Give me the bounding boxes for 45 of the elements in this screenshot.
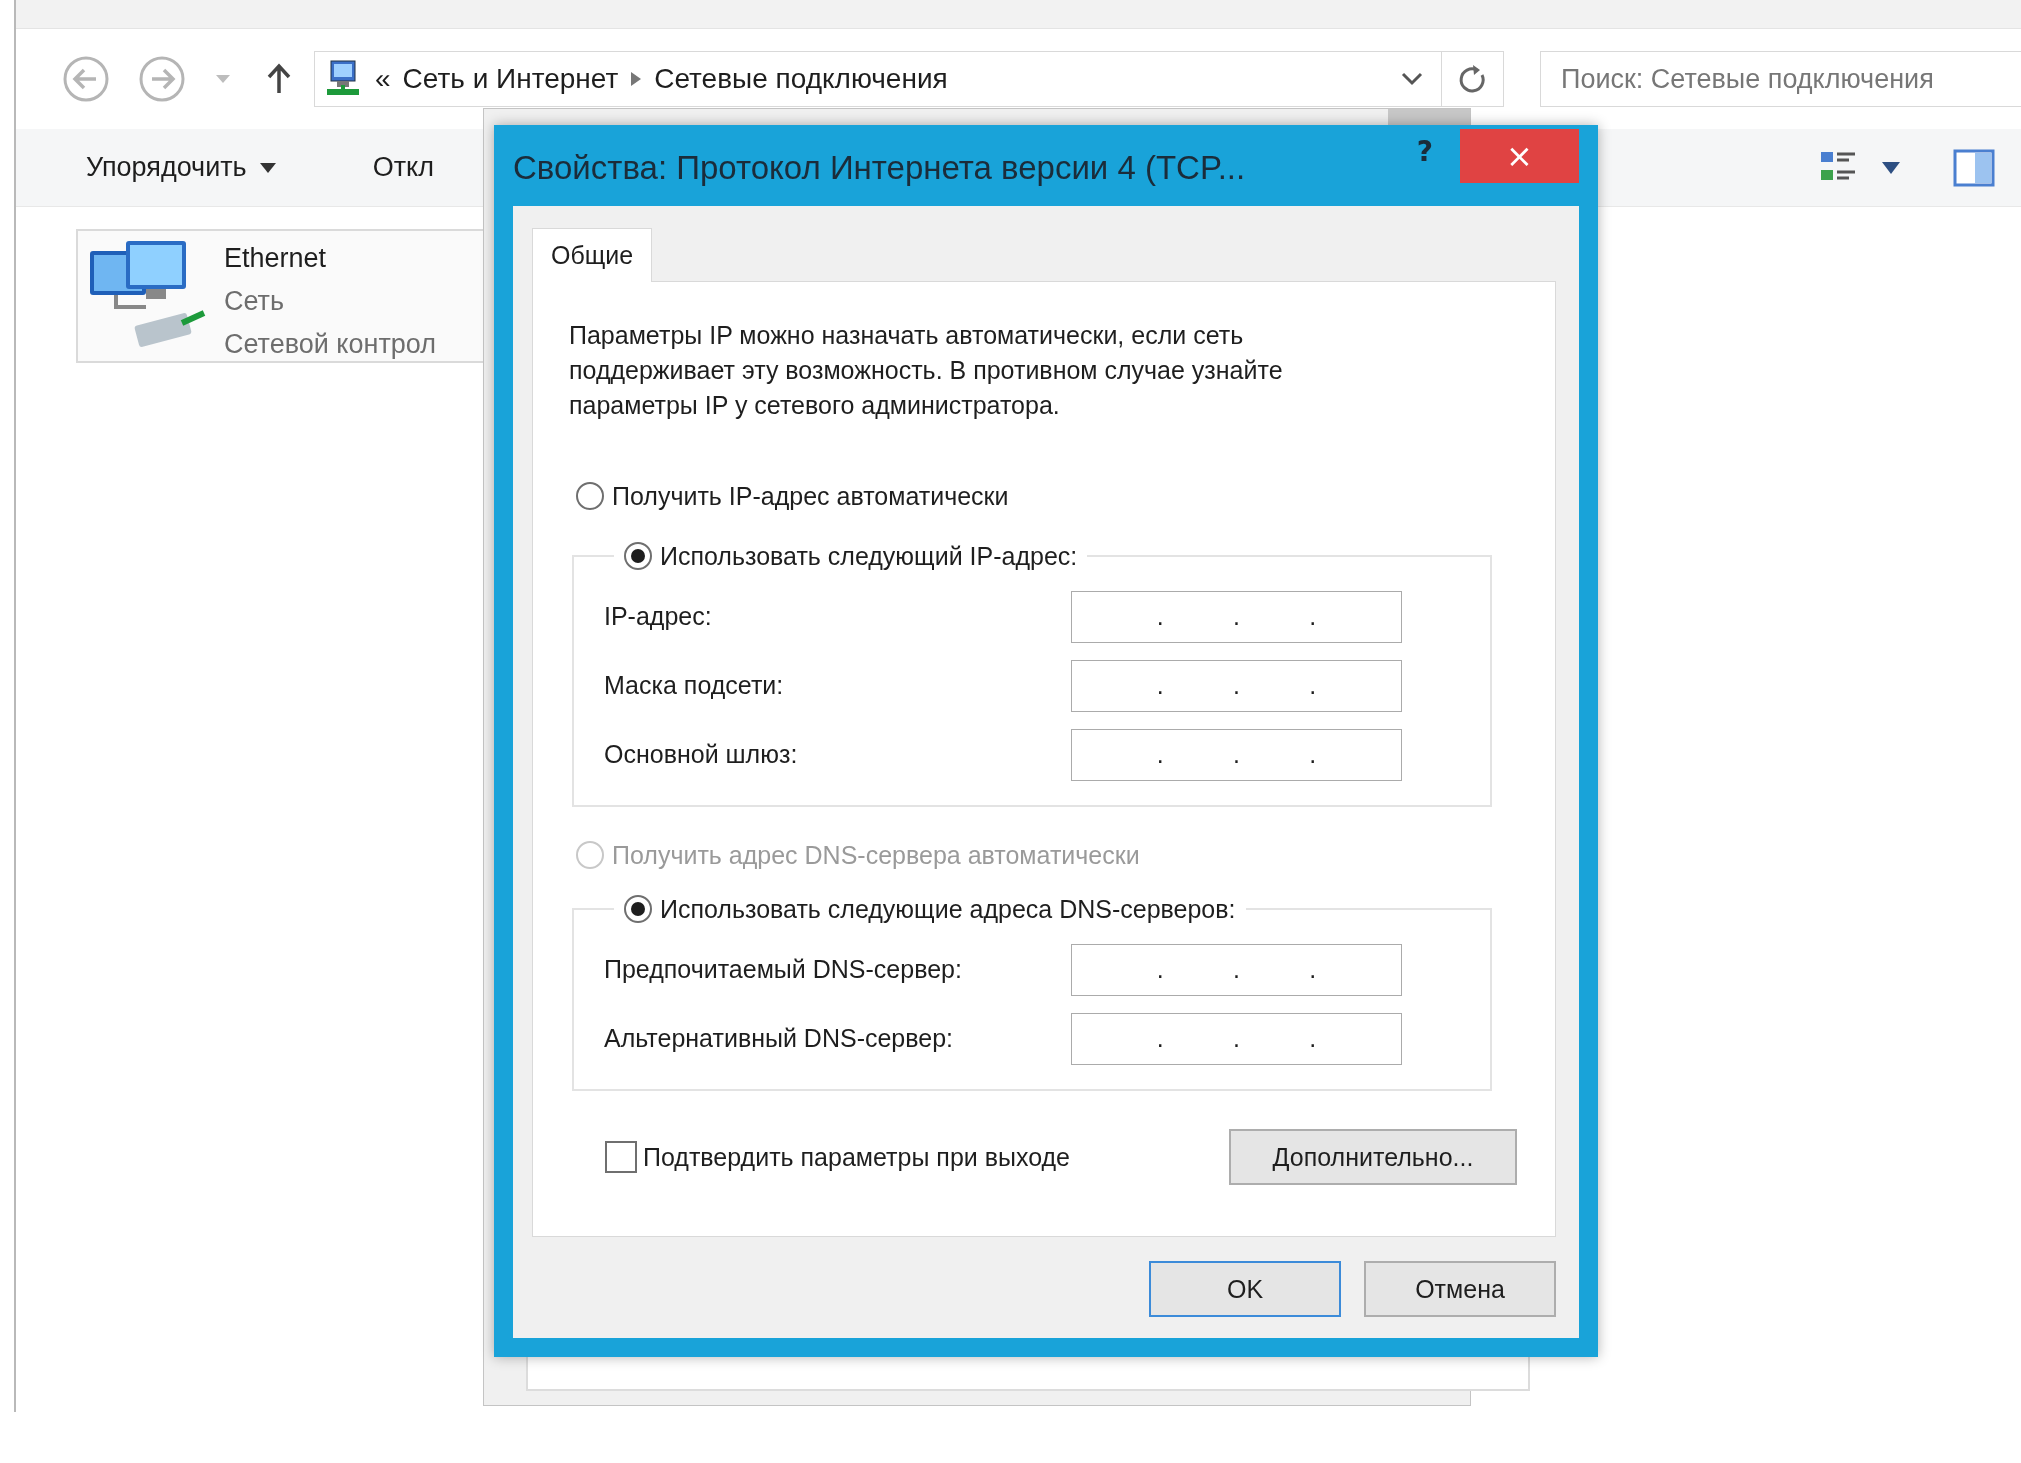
toolbar-button[interactable]: Упорядочить — [86, 152, 277, 183]
ip-address-field[interactable]: . . . — [1071, 943, 1402, 996]
field-label: Предпочитаемый DNS-сервер: — [604, 955, 963, 984]
up-arrow-icon — [266, 63, 292, 95]
caret-icon — [1881, 160, 1901, 175]
breadcrumb[interactable]: Сеть и Интернет — [402, 63, 619, 95]
dialog-title: Свойства: Протокол Интернета версии 4 (TCP... — [513, 148, 1246, 187]
forward-button[interactable] — [138, 55, 186, 103]
back-icon — [62, 55, 110, 103]
caret-icon — [214, 73, 232, 85]
caret-icon — [258, 161, 277, 174]
refresh-button[interactable] — [1442, 51, 1504, 107]
ip-address-field[interactable]: . . . — [1071, 728, 1402, 781]
radio-option[interactable]: Получить IP-адрес автоматически — [576, 476, 1009, 516]
dialog-button[interactable]: Отмена — [1364, 1261, 1556, 1317]
ip-address-field[interactable]: . . . — [1071, 659, 1402, 712]
search-field[interactable]: Поиск: Сетевые подключения — [1540, 51, 2021, 107]
advanced-button[interactable]: Дополнительно... — [1229, 1129, 1517, 1185]
dialog-button[interactable]: OK — [1149, 1261, 1341, 1317]
address-bar[interactable]: « Сеть и Интернет Сетевые подключения — [314, 51, 1442, 107]
tab[interactable]: Общие — [532, 228, 653, 282]
checkbox-option[interactable]: Подтвердить параметры при выходе — [605, 1141, 1070, 1173]
forward-icon — [138, 55, 186, 103]
field-label: Маска подсети: — [604, 671, 785, 700]
close-button[interactable]: × — [1460, 129, 1579, 183]
description-text: Параметры IP можно назначать автоматически, если сеть поддерживает эту возможность. В противном случае узнайте параметры IP у сетевого администратора. — [569, 320, 1284, 421]
field-label: Основной шлюз: — [604, 740, 799, 769]
field-label: IP-адрес: — [604, 602, 713, 631]
toolbar-button[interactable]: Откл — [372, 152, 434, 183]
chevron-icon — [630, 71, 643, 87]
radio-option[interactable]: Использовать следующий IP-адрес: — [624, 536, 1078, 576]
field-label: Альтернативный DNS-сервер: — [604, 1024, 955, 1053]
ip-address-field[interactable]: . . . — [1071, 1012, 1402, 1065]
breadcrumb[interactable]: Сетевые подключения — [654, 63, 948, 95]
adapter-name: Ethernet — [224, 242, 328, 275]
preview-pane-icon — [1953, 148, 1995, 187]
dropdown-icon — [1401, 72, 1423, 86]
refresh-icon — [1457, 63, 1488, 95]
help-button[interactable]: ? — [1416, 135, 1433, 168]
back-button[interactable] — [62, 55, 110, 103]
breadcrumb-overflow[interactable]: « — [375, 63, 391, 95]
adapter-detail: Сетевой контрол — [224, 328, 436, 361]
radio-option[interactable]: Использовать следующие адреса DNS-серверов: — [624, 889, 1236, 929]
adapter-detail: Сеть — [224, 285, 286, 318]
ip-address-field[interactable]: . . . — [1071, 590, 1402, 643]
